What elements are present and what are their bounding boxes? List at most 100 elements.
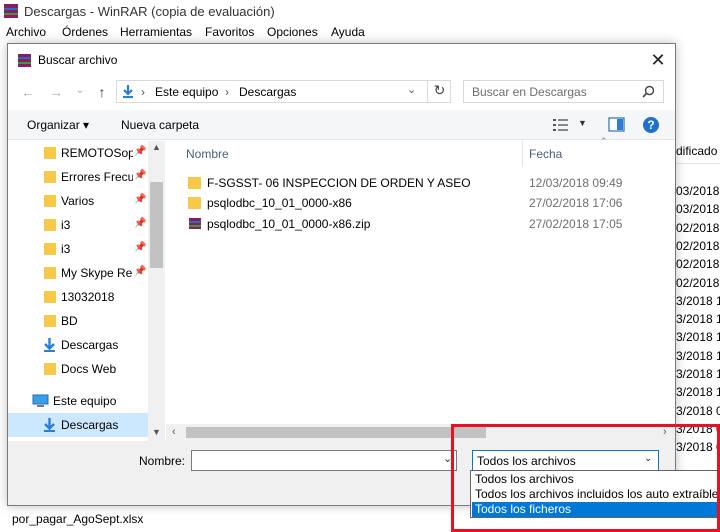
file-name: psqlodbc_10_01_0000-x86	[207, 196, 352, 210]
background-date-cell: 3/2018 15	[676, 348, 720, 363]
address-bar[interactable]: › Este equipo › Descargas ⌄	[116, 80, 451, 103]
file-date: 27/02/2018 17:06	[529, 196, 623, 210]
folder-icon	[44, 195, 56, 207]
sidebar-item-errores-frecuentes[interactable]: Errores Frecuentes 📌	[8, 165, 148, 189]
background-bottom-row: por_pagar_AgoSept.xlsx	[0, 506, 470, 532]
folder-icon	[44, 315, 56, 327]
file-name: F-SGSST- 06 INSPECCION DE ORDEN Y ASEO	[207, 176, 471, 190]
background-menubar: Archivo Órdenes Herramientas Favoritos O…	[0, 23, 720, 43]
red-highlight-box	[451, 424, 720, 532]
scroll-up-icon[interactable]: ▲	[152, 142, 161, 152]
up-arrow-icon[interactable]: ↑	[92, 82, 112, 102]
file-row[interactable]: psqlodbc_10_01_0000-x86 27/02/2018 17:06	[178, 193, 648, 213]
sidebar-item-my-skype-received[interactable]: My Skype Received 📌	[8, 261, 148, 285]
scroll-left-icon[interactable]: ‹	[172, 426, 176, 438]
background-column-header-label: dificado	[676, 144, 718, 158]
menu-archivo[interactable]: Archivo	[6, 25, 46, 39]
file-name: psqlodbc_10_01_0000-x86.zip	[207, 217, 371, 231]
background-titlebar: Descargas - WinRAR (copia de evaluación)	[0, 0, 720, 23]
background-file-name[interactable]: por_pagar_AgoSept.xlsx	[12, 512, 143, 526]
view-options-icon[interactable]	[552, 118, 570, 132]
background-date-cell: 03/2018 16	[676, 202, 720, 217]
sidebar-item-label: Varios	[61, 194, 95, 208]
background-date-cell: 02/2018 11	[676, 257, 720, 272]
sidebar-item-descargas[interactable]: Descargas	[8, 333, 148, 357]
filename-input[interactable]: ⌄	[191, 450, 457, 471]
organize-menu-button[interactable]: Organizar ▾	[27, 118, 89, 132]
filename-label: Nombre:	[139, 454, 186, 468]
pin-icon: 📌	[134, 218, 147, 229]
menu-herramientas[interactable]: Herramientas	[120, 25, 192, 39]
sidebar-item-label: REMOTOSoporte	[61, 146, 133, 160]
pin-icon: 📌	[134, 266, 147, 277]
sidebar-item-docs-web[interactable]: Docs Web	[8, 357, 148, 381]
file-date: 12/03/2018 09:49	[529, 176, 623, 190]
sidebar-item-bd[interactable]: BD	[8, 309, 148, 333]
help-icon[interactable]: ?	[642, 116, 660, 134]
sidebar-item-remotosoporte[interactable]: REMOTOSoporte 📌	[8, 141, 148, 165]
forward-arrow-icon[interactable]: →	[46, 82, 66, 102]
folder-icon	[44, 291, 56, 303]
search-icon	[642, 85, 655, 98]
column-header-date[interactable]: Fecha	[529, 147, 562, 161]
file-row[interactable]: psqlodbc_10_01_0000-x86.zip 27/02/2018 1…	[178, 214, 648, 234]
address-dropdown-chevron-icon[interactable]: ⌄	[407, 83, 416, 96]
background-date-cell: 02/2018 11	[676, 220, 720, 235]
download-icon	[44, 338, 55, 352]
menu-ayuda[interactable]: Ayuda	[331, 25, 365, 39]
sidebar-item-label: Errores Frecuentes	[61, 170, 133, 184]
sidebar-item-label: My Skype Received	[61, 266, 133, 280]
search-input[interactable]: Buscar en Descargas	[472, 85, 587, 99]
menu-opciones[interactable]: Opciones	[267, 25, 318, 39]
navigation-scrollbar-thumb[interactable]	[150, 182, 163, 268]
preview-pane-icon[interactable]	[608, 117, 625, 132]
background-date-cell: 3/2018 07	[676, 403, 720, 418]
sidebar-item-i3[interactable]: i3 📌	[8, 213, 148, 237]
background-date-cell: 3/2018 10	[676, 293, 720, 308]
dialog-title: Buscar archivo	[38, 53, 118, 67]
folder-icon	[188, 197, 201, 209]
column-header-name[interactable]: Nombre	[186, 147, 229, 161]
breadcrumb-descargas[interactable]: Descargas	[239, 85, 296, 99]
sidebar-item-descargas-selected[interactable]: Descargas	[8, 413, 148, 437]
scroll-down-icon[interactable]: ▼	[152, 427, 161, 437]
download-folder-icon	[123, 85, 133, 98]
sidebar-item-label: Docs Web	[61, 362, 117, 376]
sidebar-item-label: i3	[61, 218, 71, 232]
background-date-cell: 3/2018 18	[676, 367, 720, 381]
sidebar-item-13032018[interactable]: 13032018	[8, 285, 148, 309]
folder-icon	[44, 147, 56, 159]
background-column-header[interactable]: dificado	[676, 140, 720, 164]
menu-ordenes[interactable]: Órdenes	[62, 25, 108, 39]
background-date-cell: 03/2018 16	[676, 184, 720, 198]
background-window-title: Descargas - WinRAR (copia de evaluación)	[24, 4, 275, 19]
sidebar-item-i3[interactable]: i3 📌	[8, 237, 148, 261]
search-box[interactable]: Buscar en Descargas	[463, 80, 664, 103]
archive-icon	[189, 218, 201, 229]
view-dropdown-chevron-icon[interactable]: ▼	[578, 118, 587, 128]
download-icon	[44, 418, 55, 432]
sidebar-item-este-equipo[interactable]: Este equipo	[8, 389, 148, 413]
sidebar-item-varios[interactable]: Varios 📌	[8, 189, 148, 213]
breadcrumb-este-equipo[interactable]: Este equipo	[155, 85, 218, 99]
sidebar-item-label: Descargas	[61, 418, 119, 432]
new-folder-button[interactable]: Nueva carpeta	[121, 118, 199, 132]
refresh-icon[interactable]: ↻	[427, 80, 451, 103]
folder-icon	[44, 219, 56, 231]
recent-locations-chevron-icon[interactable]: ⌄	[70, 80, 90, 100]
close-icon[interactable]: ✕	[646, 49, 670, 71]
horizontal-scrollbar-thumb[interactable]	[186, 427, 486, 438]
file-row[interactable]: F-SGSST- 06 INSPECCION DE ORDEN Y ASEO 1…	[178, 173, 648, 193]
pin-icon: 📌	[134, 146, 147, 157]
back-arrow-icon[interactable]: ←	[18, 82, 38, 102]
menu-favoritos[interactable]: Favoritos	[205, 25, 254, 39]
sidebar-item-label: BD	[61, 314, 78, 328]
background-date-cell: 3/2018 18	[676, 385, 720, 400]
computer-icon	[32, 394, 49, 407]
folder-icon	[44, 243, 56, 255]
folder-icon	[44, 171, 56, 183]
column-separator	[522, 141, 523, 167]
background-date-cell: 3/2018 15	[676, 330, 720, 345]
folder-icon	[188, 177, 201, 189]
sidebar-item-label: Este equipo	[53, 394, 117, 408]
